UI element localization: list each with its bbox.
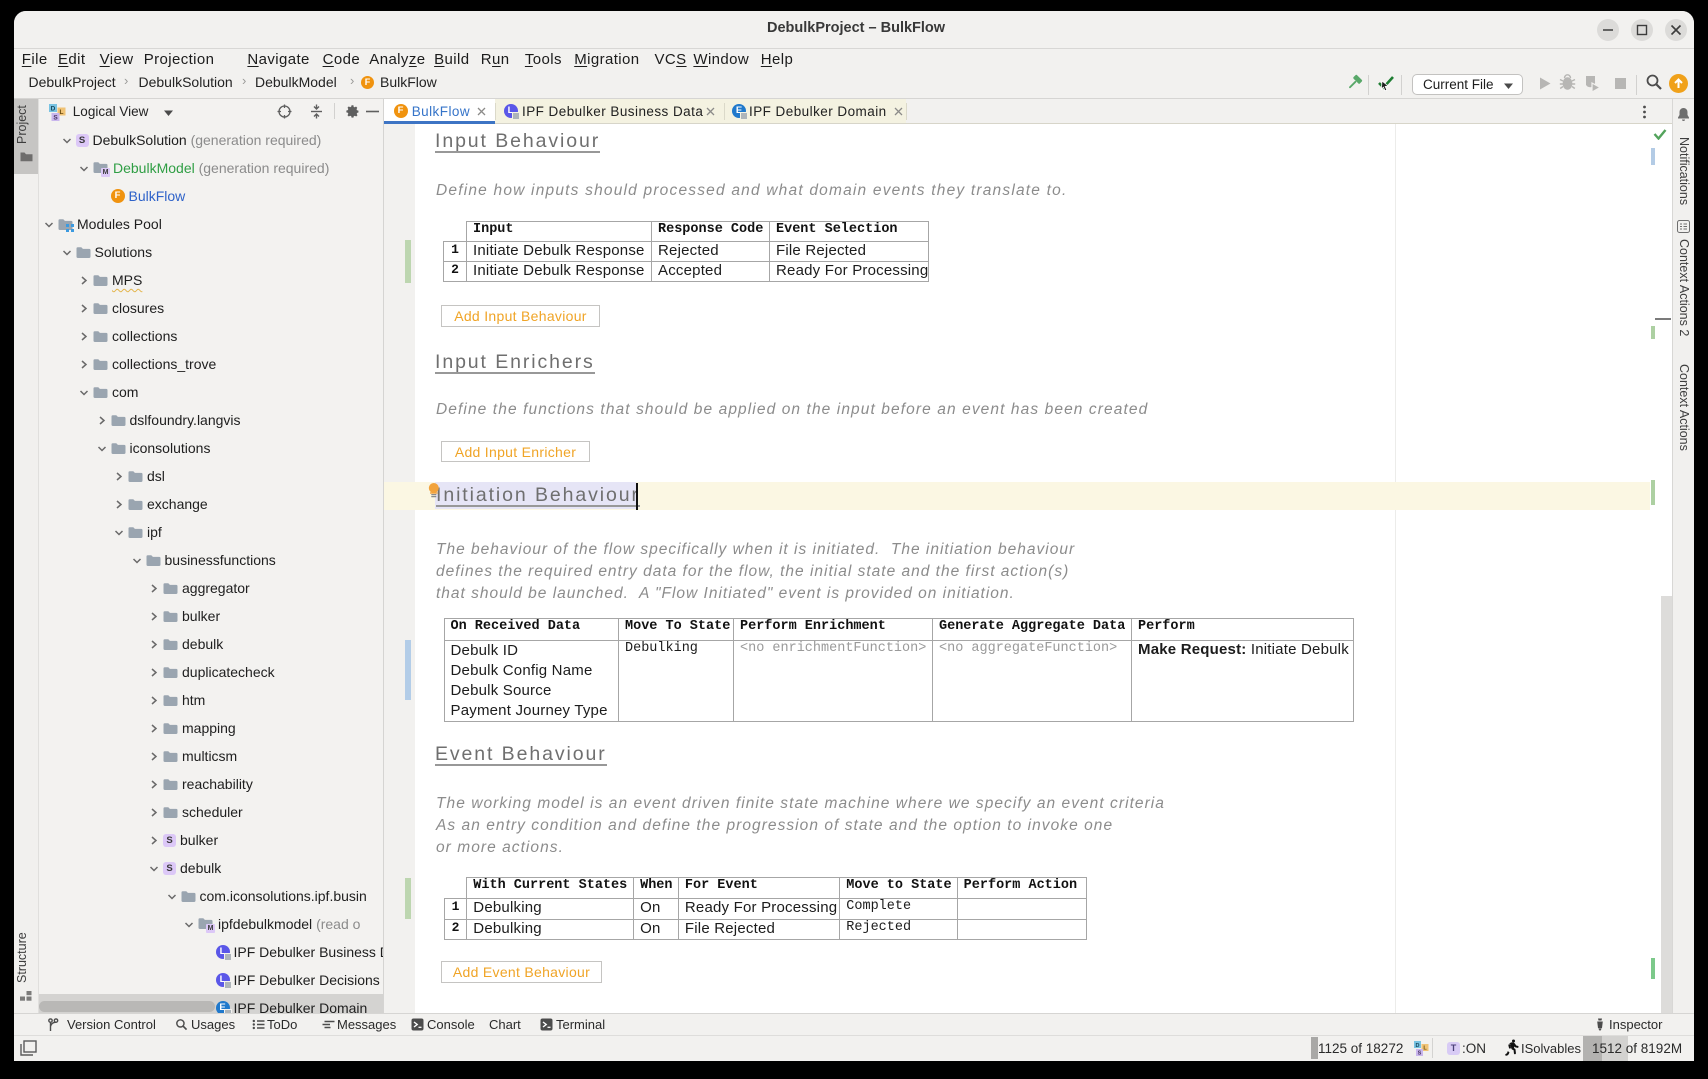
svg-text:D: D bbox=[51, 106, 56, 113]
svg-text:D: D bbox=[1416, 1043, 1420, 1049]
svg-text:S: S bbox=[1418, 1051, 1422, 1056]
svg-text:S: S bbox=[53, 115, 58, 122]
svg-text:L: L bbox=[60, 109, 64, 116]
